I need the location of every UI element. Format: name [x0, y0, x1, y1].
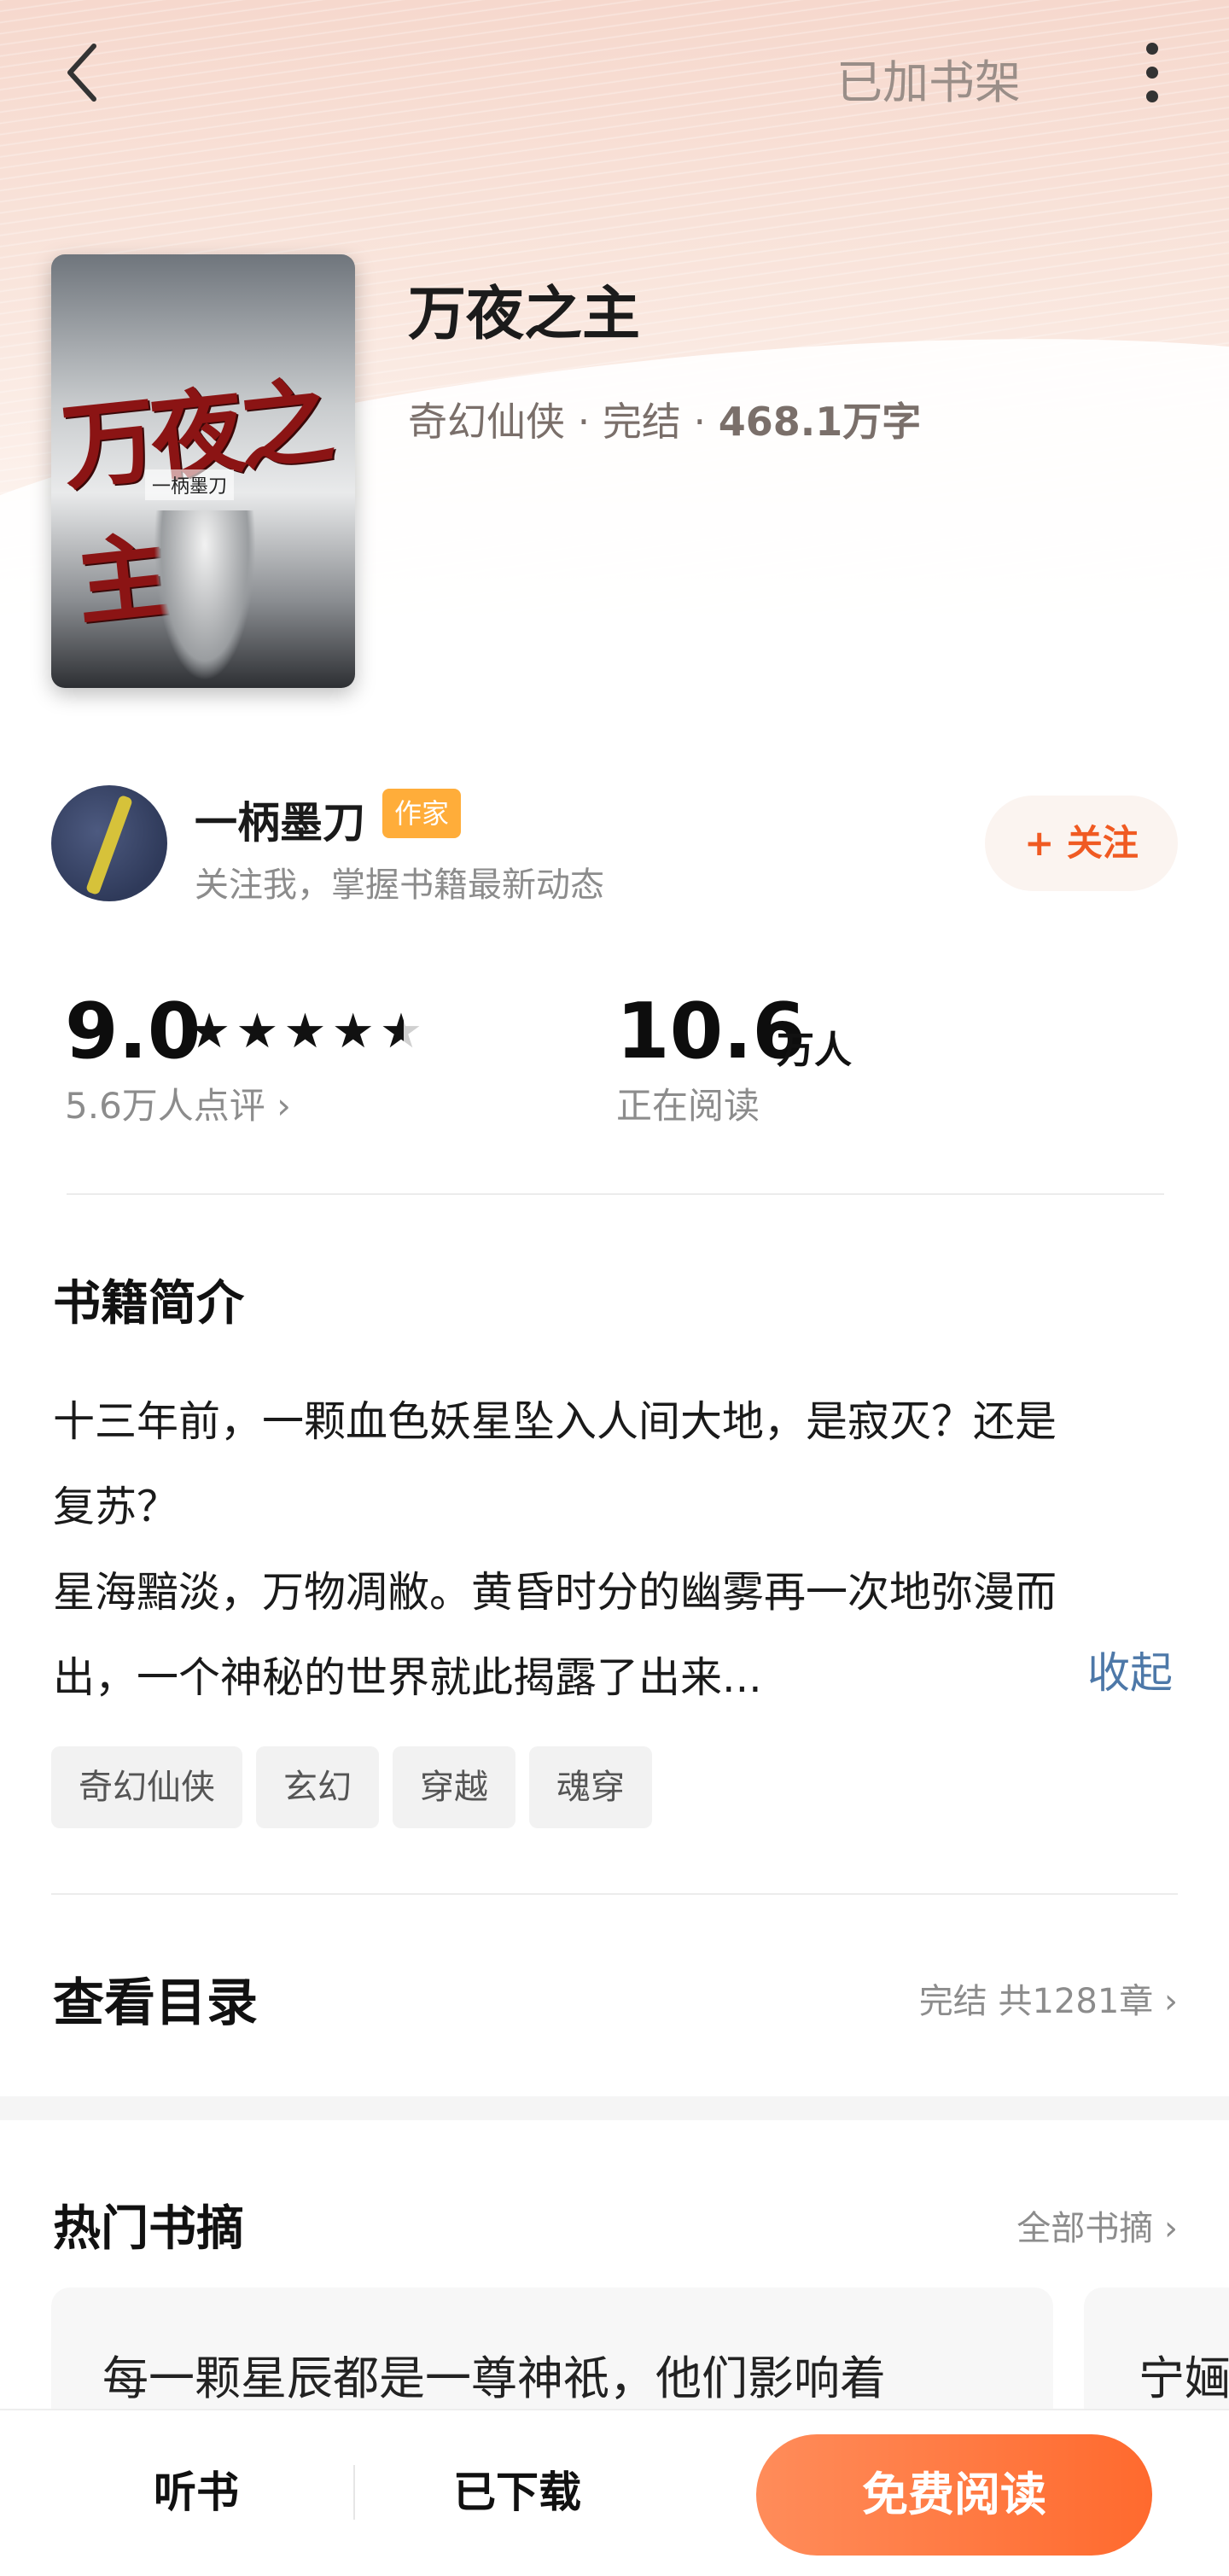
follow-button[interactable]: + 关注 [985, 796, 1178, 891]
stats-row: 9.0 ★★★★★ 5.6万人点评 › 10.6 万人 正在阅读 [0, 973, 1229, 1144]
excerpt-text: 每一颗星辰都是一尊神祇，他们影响着 [102, 2352, 886, 2405]
toc-chapter-count: 完结 共1281章 [918, 1982, 1154, 2021]
excerpt-text: 宁婳 [1139, 2352, 1229, 2405]
author-name[interactable]: 一柄墨刀 [195, 789, 365, 850]
genre-tag[interactable]: 魂穿 [529, 1746, 652, 1828]
genre-tags: 奇幻仙侠 玄幻 穿越 魂穿 [51, 1746, 652, 1828]
star-icon: ★ [236, 1004, 284, 1059]
avatar-blade [84, 794, 134, 896]
free-read-button[interactable]: 免费阅读 [756, 2434, 1152, 2556]
readers-unit: 万人 [777, 1029, 852, 1072]
intro-title: 书籍简介 [53, 1276, 244, 1332]
meta-separator: · [680, 399, 719, 445]
intro-text: 十三年前，一颗血色妖星坠入人间大地，是寂灭？还是 复苏？ 星海黯淡，万物凋敝。黄… [53, 1379, 1137, 1721]
star-icon: ★ [331, 1004, 380, 1059]
toc-title: 查看目录 [53, 1973, 258, 2033]
intro-line: 复苏？ [53, 1483, 179, 1531]
toc-meta: 完结 共1281章 › [919, 1973, 1178, 2023]
cover-author: 一柄墨刀 [145, 469, 235, 500]
bottom-action-bar: 听书 已下载 免费阅读 [0, 2409, 1229, 2576]
book-genre: 奇幻仙侠 [408, 399, 565, 445]
star-icon: ★ [283, 1004, 332, 1059]
all-excerpts-label: 全部书摘 [1016, 2209, 1154, 2248]
divider [67, 1193, 1164, 1195]
review-count: 5.6万人点评 [65, 1085, 265, 1127]
chevron-right-icon: › [1153, 1982, 1178, 2021]
author-desc: 关注我，掌握书籍最新动态 [195, 865, 604, 905]
book-status: 完结 [602, 399, 681, 445]
back-button[interactable] [51, 34, 111, 111]
back-arrow-icon [67, 44, 96, 102]
table-of-contents-row[interactable]: 查看目录 完结 共1281章 › [0, 1903, 1229, 2091]
star-icon: ★ [188, 1004, 236, 1059]
more-vertical-icon[interactable] [1127, 36, 1178, 113]
chevron-right-icon: › [265, 1085, 291, 1127]
top-bar: 已加书架 [0, 0, 1229, 145]
review-count-link[interactable]: 5.6万人点评 › [65, 1077, 291, 1129]
book-meta: 奇幻仙侠 · 完结 · 468.1万字 [408, 391, 921, 447]
shelf-status[interactable]: 已加书架 [836, 44, 1021, 112]
intro-line: 星海黯淡，万物凋敝。黄昏时分的幽雾再一次地弥漫而 [53, 1568, 1057, 1617]
book-word-count: 468.1万字 [718, 399, 922, 445]
genre-tag[interactable]: 奇幻仙侠 [51, 1746, 242, 1828]
author-avatar[interactable] [51, 785, 167, 901]
listen-button[interactable]: 听书 [102, 2450, 290, 2535]
chevron-right-icon: › [1153, 2209, 1178, 2248]
bar-divider [353, 2465, 355, 2520]
genre-tag[interactable]: 玄幻 [256, 1746, 379, 1828]
all-excerpts-link[interactable]: 全部书摘 › [1016, 2200, 1178, 2250]
divider [51, 1893, 1178, 1895]
cover-figure [154, 510, 256, 681]
book-title: 万夜之主 [408, 281, 641, 348]
section-gap [0, 2096, 1229, 2120]
downloaded-button[interactable]: 已下载 [415, 2450, 620, 2535]
genre-tag[interactable]: 穿越 [393, 1746, 515, 1828]
rating-stars: ★★★★★ [188, 1004, 428, 1059]
collapse-link[interactable]: 收起 [1087, 1639, 1173, 1700]
meta-separator: · [565, 399, 603, 445]
book-cover[interactable]: 万夜之主 一柄墨刀 [51, 254, 355, 688]
rating-score: 9.0 [65, 987, 201, 1076]
author-row: 一柄墨刀 作家 关注我，掌握书籍最新动态 + 关注 [0, 768, 1229, 905]
intro-line: 十三年前，一颗血色妖星坠入人间大地，是寂灭？还是 [53, 1397, 1057, 1446]
author-badge: 作家 [382, 789, 462, 838]
intro-line: 出，一个神秘的世界就此揭露了出来... [53, 1653, 762, 1702]
readers-label: 正在阅读 [616, 1085, 760, 1127]
half-star-icon: ★ [380, 1004, 428, 1059]
excerpts-title: 热门书摘 [53, 2201, 244, 2257]
